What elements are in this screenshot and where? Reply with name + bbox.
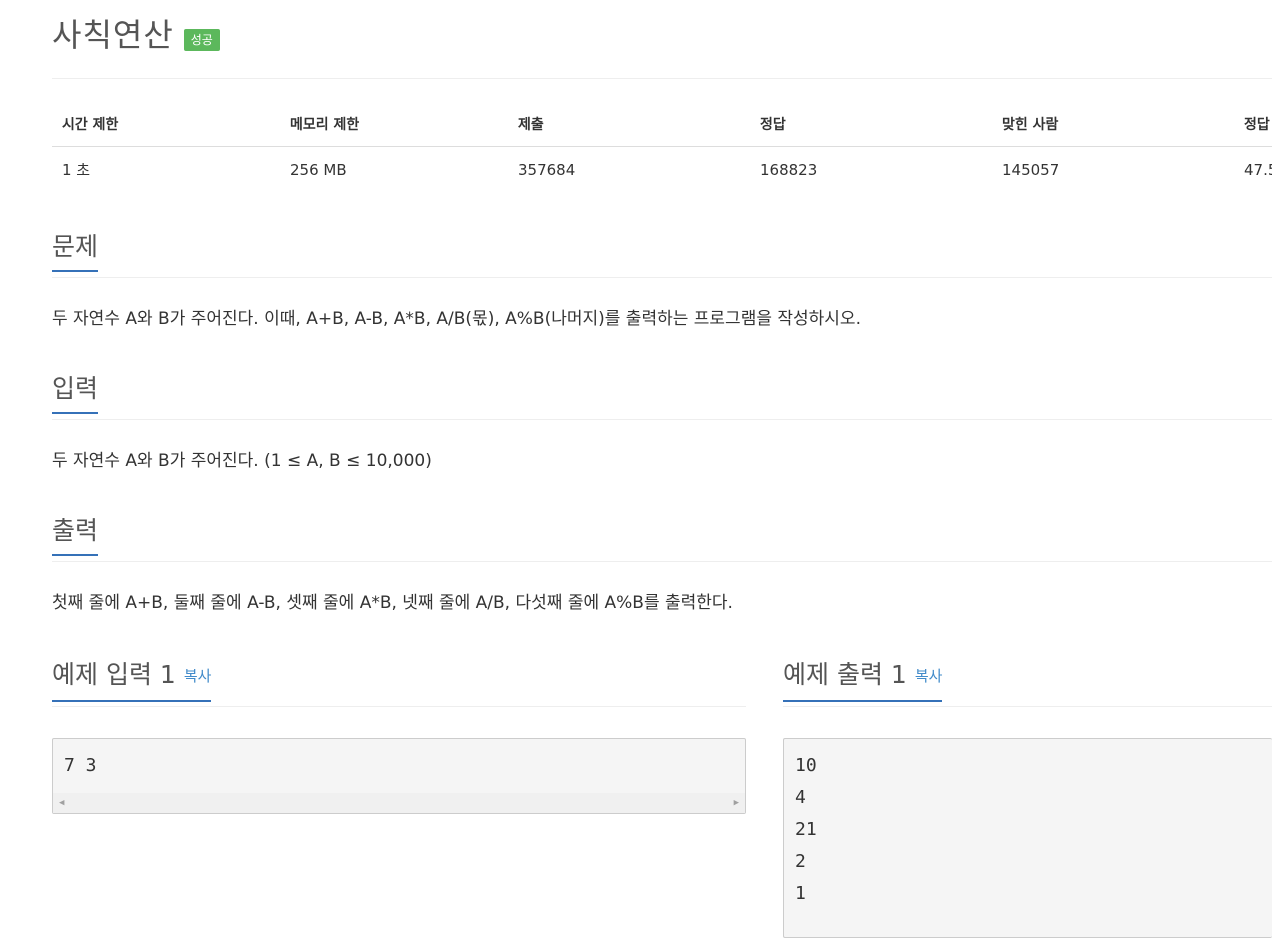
section-divider (783, 706, 1272, 707)
copy-sample-output-link[interactable]: 복사 (915, 667, 943, 685)
cell-solved-users: 145057 (1002, 160, 1060, 179)
sample-input-title: 예제 입력 1 (52, 660, 176, 689)
cell-accepted: 168823 (760, 160, 818, 179)
status-badge: 성공 (183, 29, 220, 51)
horizontal-scrollbar[interactable]: ◀ ▶ (53, 793, 745, 813)
sample-output-block: 예제 출력 1 복사 10 4 21 2 1 (783, 660, 1272, 938)
sample-output-line: 1 (795, 883, 806, 904)
sample-output-title: 예제 출력 1 (783, 660, 907, 689)
output-heading: 출력 (52, 516, 99, 556)
sample-output-box: 10 4 21 2 1 (783, 738, 1272, 938)
problem-description: 두 자연수 A와 B가 주어진다. 이때, A+B, A-B, A*B, A/B… (52, 309, 861, 329)
header-time-limit: 시간 제한 (52, 104, 280, 147)
header-submissions: 제출 (508, 104, 750, 147)
section-divider (52, 419, 1272, 420)
sample-input-block: 예제 입력 1 복사 7 3 ◀ ▶ (52, 660, 746, 814)
sample-output-line: 21 (795, 819, 817, 840)
cell-accept-ratio: 47.5 (1244, 160, 1272, 179)
section-divider (52, 277, 1272, 278)
cell-memory-limit: 256 MB (290, 160, 347, 179)
section-divider (52, 561, 1272, 562)
header-solved-users: 맞힌 사람 (992, 104, 1234, 147)
sample-output-line: 4 (795, 787, 806, 808)
sample-output-line: 10 (795, 755, 817, 776)
page-title: 사칙연산 (52, 16, 174, 54)
input-section: 입력 두 자연수 A와 B가 주어진다. (1 ≤ A, B ≤ 10,000) (52, 374, 1272, 474)
cell-submissions: 357684 (518, 160, 576, 179)
header-accepted: 정답 (750, 104, 992, 147)
sample-input-box: 7 3 ◀ ▶ (52, 738, 746, 814)
table-header-row: 시간 제한 메모리 제한 제출 정답 맞힌 사람 정답 비율 (52, 104, 1272, 147)
problem-section: 문제 두 자연수 A와 B가 주어진다. 이때, A+B, A-B, A*B, … (52, 232, 1272, 332)
cell-time-limit: 1 초 (62, 161, 91, 179)
output-description: 첫째 줄에 A+B, 둘째 줄에 A-B, 셋째 줄에 A*B, 넷째 줄에 A… (52, 593, 733, 613)
output-section: 출력 첫째 줄에 A+B, 둘째 줄에 A-B, 셋째 줄에 A*B, 넷째 줄… (52, 516, 1272, 616)
sample-input-line: 7 3 (64, 755, 97, 776)
title-divider (52, 78, 1272, 79)
input-description: 두 자연수 A와 B가 주어진다. (1 ≤ A, B ≤ 10,000) (52, 451, 432, 471)
scroll-left-icon[interactable]: ◀ (59, 798, 64, 808)
sample-output-heading: 예제 출력 1 복사 (783, 660, 943, 702)
scroll-right-icon[interactable]: ▶ (734, 798, 739, 808)
title-row: 사칙연산 성공 (52, 10, 220, 56)
table-row: 1 초 256 MB 357684 168823 145057 47.5 (52, 147, 1272, 193)
header-accept-ratio: 정답 비율 (1234, 104, 1272, 147)
sample-input-heading: 예제 입력 1 복사 (52, 660, 212, 702)
problem-heading: 문제 (52, 232, 99, 272)
header-memory-limit: 메모리 제한 (280, 104, 508, 147)
copy-sample-input-link[interactable]: 복사 (184, 667, 212, 685)
section-divider (52, 706, 746, 707)
input-heading: 입력 (52, 374, 99, 414)
problem-info-table: 시간 제한 메모리 제한 제출 정답 맞힌 사람 정답 비율 1 초 256 M… (52, 104, 1272, 192)
sample-output-line: 2 (795, 851, 806, 872)
